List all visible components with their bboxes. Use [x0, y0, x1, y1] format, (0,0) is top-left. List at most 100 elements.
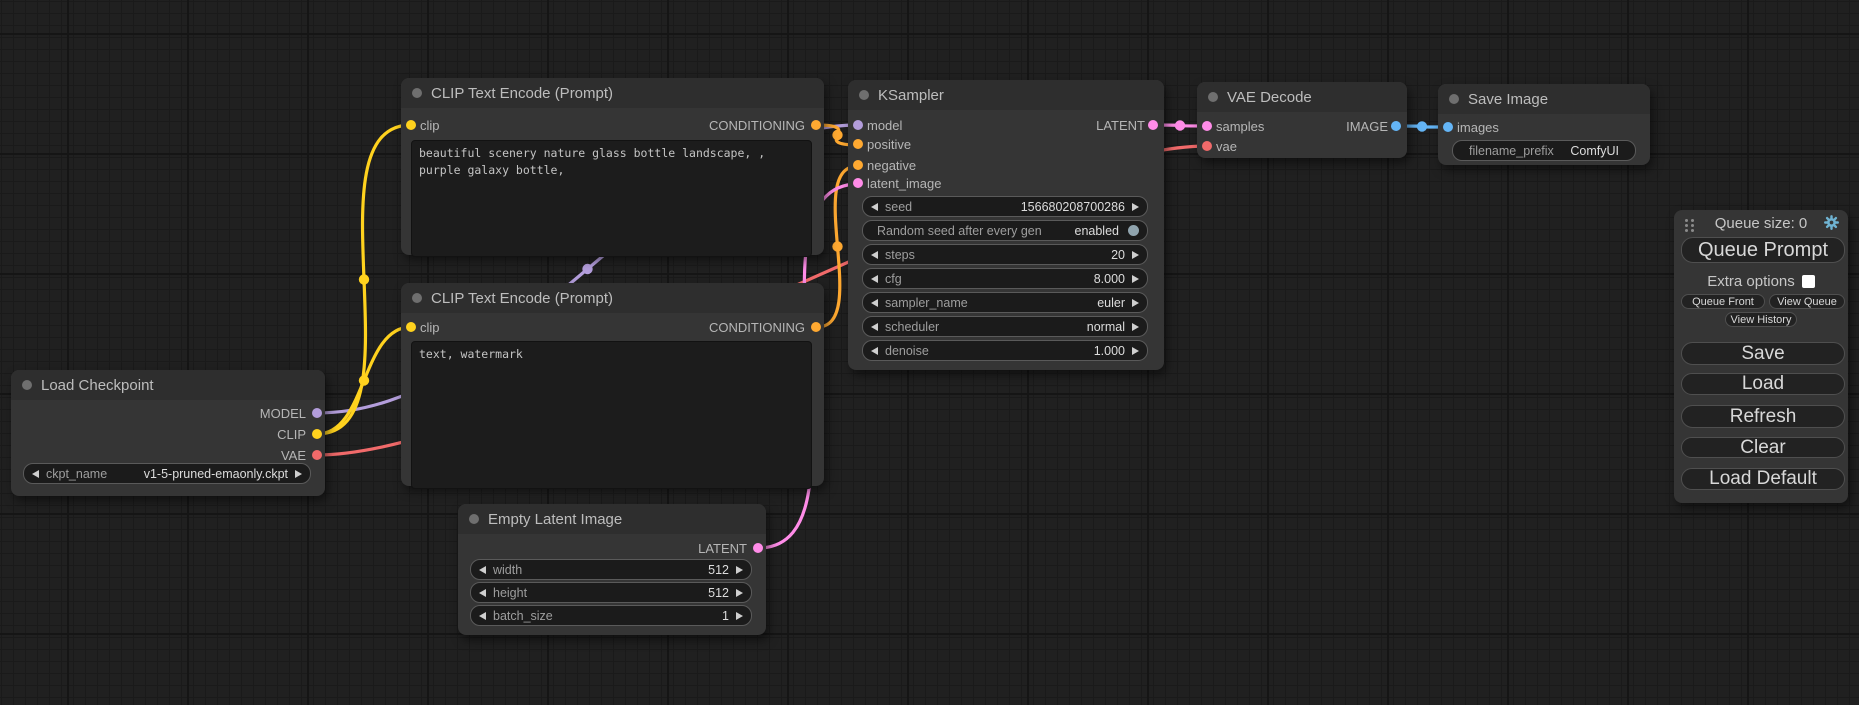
output-row-model: MODEL	[11, 403, 325, 423]
refresh-button[interactable]: Refresh	[1681, 405, 1845, 428]
widget-value: 1.000	[1094, 344, 1125, 358]
widget-height[interactable]: height 512	[470, 582, 752, 603]
clear-button[interactable]: Clear	[1681, 437, 1845, 458]
queue-panel[interactable]: Queue size: 0 Queue Prompt Extra options…	[1674, 210, 1848, 503]
widget-scheduler[interactable]: scheduler normal	[862, 316, 1148, 337]
node-clip-text-encode-positive[interactable]: CLIP Text Encode (Prompt) clip CONDITION…	[401, 78, 824, 255]
settings-gear-icon[interactable]	[1823, 214, 1840, 231]
load-default-button[interactable]: Load Default	[1681, 468, 1845, 490]
random-seed-toggle-icon[interactable]	[1128, 225, 1139, 236]
queue-front-button[interactable]: Queue Front	[1681, 294, 1765, 309]
prev-value-icon[interactable]	[871, 323, 878, 331]
node-load-checkpoint[interactable]: Load Checkpoint MODEL CLIP VAE ckpt_name…	[11, 370, 325, 496]
queue-prompt-button[interactable]: Queue Prompt	[1681, 237, 1845, 263]
output-label: MODEL	[260, 406, 306, 421]
node-titlebar[interactable]: CLIP Text Encode (Prompt)	[401, 78, 824, 108]
widget-filename-prefix[interactable]: filename_prefix ComfyUI	[1452, 140, 1636, 161]
next-value-icon[interactable]	[736, 589, 743, 597]
input-slot-positive[interactable]	[853, 139, 863, 149]
widget-random-seed[interactable]: Random seed after every gen enabled	[862, 220, 1148, 241]
prev-value-icon[interactable]	[32, 470, 39, 478]
next-value-icon[interactable]	[1132, 275, 1139, 283]
widget-value: 156680208700286	[1021, 200, 1125, 214]
collapse-dot[interactable]	[412, 293, 422, 303]
node-titlebar[interactable]: KSampler	[848, 80, 1164, 110]
input-slot-images[interactable]	[1443, 122, 1453, 132]
prev-value-icon[interactable]	[871, 251, 878, 259]
save-button[interactable]: Save	[1681, 342, 1845, 365]
next-value-icon[interactable]	[1132, 251, 1139, 259]
input-slot-samples[interactable]	[1202, 121, 1212, 131]
node-titlebar[interactable]: Load Checkpoint	[11, 370, 325, 400]
output-slot-conditioning[interactable]	[811, 120, 821, 130]
output-slot-latent[interactable]	[1148, 120, 1158, 130]
collapse-dot[interactable]	[1208, 92, 1218, 102]
widget-denoise[interactable]: denoise 1.000	[862, 340, 1148, 361]
widget-steps[interactable]: steps 20	[862, 244, 1148, 265]
widget-value: normal	[1087, 320, 1125, 334]
prev-value-icon[interactable]	[871, 275, 878, 283]
node-title: Save Image	[1468, 91, 1548, 108]
prev-value-icon[interactable]	[871, 299, 878, 307]
extra-options-label: Extra options	[1707, 273, 1795, 290]
widget-value: euler	[1097, 296, 1125, 310]
extra-options-checkbox[interactable]	[1802, 275, 1815, 288]
input-slot-vae[interactable]	[1202, 141, 1212, 151]
output-slot-latent[interactable]	[753, 543, 763, 553]
widget-ckpt-name[interactable]: ckpt_name v1-5-pruned-emaonly.ckpt	[23, 463, 311, 484]
output-label: CLIP	[277, 427, 306, 442]
next-value-icon[interactable]	[295, 470, 302, 478]
input-slot-latent-image[interactable]	[853, 178, 863, 188]
collapse-dot[interactable]	[469, 514, 479, 524]
view-history-button[interactable]: View History	[1725, 312, 1797, 327]
widget-label: height	[493, 586, 527, 600]
prev-value-icon[interactable]	[479, 566, 486, 574]
next-value-icon[interactable]	[1132, 323, 1139, 331]
output-slot-model[interactable]	[312, 408, 322, 418]
node-title: VAE Decode	[1227, 89, 1312, 106]
node-titlebar[interactable]: VAE Decode	[1197, 82, 1407, 112]
node-ksampler[interactable]: KSampler model LATENT positive negative …	[848, 80, 1164, 370]
prompt-textarea[interactable]: beautiful scenery nature glass bottle la…	[411, 140, 812, 257]
node-clip-text-encode-negative[interactable]: CLIP Text Encode (Prompt) clip CONDITION…	[401, 283, 824, 486]
node-titlebar[interactable]: Save Image	[1438, 84, 1650, 114]
collapse-dot[interactable]	[1449, 94, 1459, 104]
output-slot-image[interactable]	[1391, 121, 1401, 131]
next-value-icon[interactable]	[736, 566, 743, 574]
collapse-dot[interactable]	[859, 90, 869, 100]
collapse-dot[interactable]	[22, 380, 32, 390]
prev-value-icon[interactable]	[871, 203, 878, 211]
prev-value-icon[interactable]	[871, 347, 878, 355]
output-slot-clip[interactable]	[312, 429, 322, 439]
next-value-icon[interactable]	[1132, 347, 1139, 355]
node-graph-canvas[interactable]: Load Checkpoint MODEL CLIP VAE ckpt_name…	[0, 0, 1859, 705]
widget-batch-size[interactable]: batch_size 1	[470, 605, 752, 626]
input-slot-model[interactable]	[853, 120, 863, 130]
next-value-icon[interactable]	[1132, 203, 1139, 211]
prompt-textarea[interactable]: text, watermark	[411, 341, 812, 489]
collapse-dot[interactable]	[412, 88, 422, 98]
input-slot-clip[interactable]	[406, 322, 416, 332]
load-button[interactable]: Load	[1681, 373, 1845, 395]
widget-width[interactable]: width 512	[470, 559, 752, 580]
node-titlebar[interactable]: CLIP Text Encode (Prompt)	[401, 283, 824, 313]
prev-value-icon[interactable]	[479, 589, 486, 597]
input-slot-negative[interactable]	[853, 160, 863, 170]
next-value-icon[interactable]	[736, 612, 743, 620]
prev-value-icon[interactable]	[479, 612, 486, 620]
widget-sampler-name[interactable]: sampler_name euler	[862, 292, 1148, 313]
input-slot-clip[interactable]	[406, 120, 416, 130]
node-vae-decode[interactable]: VAE Decode samples IMAGE vae	[1197, 82, 1407, 158]
input-label: samples	[1216, 119, 1264, 134]
widget-seed[interactable]: seed 156680208700286	[862, 196, 1148, 217]
widget-cfg[interactable]: cfg 8.000	[862, 268, 1148, 289]
node-empty-latent-image[interactable]: Empty Latent Image LATENT width 512 heig…	[458, 504, 766, 635]
node-title: Load Checkpoint	[41, 377, 154, 394]
output-slot-vae[interactable]	[312, 450, 322, 460]
widget-label: filename_prefix	[1469, 144, 1554, 158]
next-value-icon[interactable]	[1132, 299, 1139, 307]
node-save-image[interactable]: Save Image images filename_prefix ComfyU…	[1438, 84, 1650, 165]
view-queue-button[interactable]: View Queue	[1769, 294, 1845, 309]
output-slot-conditioning[interactable]	[811, 322, 821, 332]
node-titlebar[interactable]: Empty Latent Image	[458, 504, 766, 534]
